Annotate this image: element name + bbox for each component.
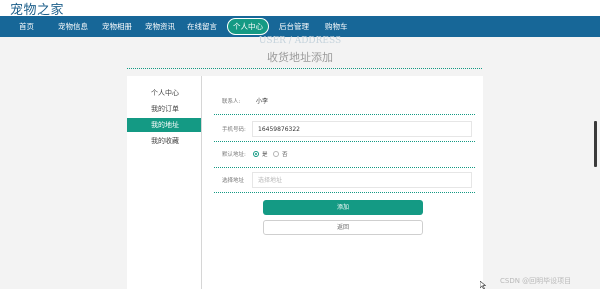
back-button[interactable]: 返回 bbox=[263, 220, 423, 235]
phone-label: 手机号码: bbox=[222, 127, 246, 133]
row-divider bbox=[214, 114, 475, 115]
address-row: 选择地址 bbox=[202, 172, 483, 190]
nav-item-pet-info[interactable]: 宠物信息 bbox=[58, 16, 88, 37]
page-scrollbar-thumb[interactable] bbox=[594, 121, 597, 167]
row-divider bbox=[214, 167, 475, 168]
sidebar-item-label: 我的地址 bbox=[151, 121, 179, 129]
contact-label: 联系人: bbox=[222, 99, 241, 105]
radio-button-icon[interactable] bbox=[273, 151, 279, 157]
default-address-label: 默认地址: bbox=[222, 152, 246, 158]
mouse-pointer-icon bbox=[480, 281, 486, 289]
phone-input[interactable] bbox=[252, 121, 472, 137]
radio-option-no: 否 bbox=[282, 152, 288, 158]
add-address-button[interactable]: 添加 bbox=[263, 200, 423, 215]
sidebar-item-my-address[interactable]: 我的地址 bbox=[127, 118, 201, 132]
nav-item-cart[interactable]: 购物车 bbox=[325, 16, 348, 37]
default-address-row: 默认地址: 是 否 bbox=[202, 146, 483, 164]
main-navbar: 首页 宠物信息 宠物相册 宠物资讯 在线留言 个人中心 后台管理 购物车 bbox=[0, 16, 600, 37]
address-select-input[interactable] bbox=[252, 172, 472, 188]
contact-value[interactable]: 小李 bbox=[256, 93, 268, 111]
sidebar-item-label: 个人中心 bbox=[151, 89, 179, 97]
nav-item-admin[interactable]: 后台管理 bbox=[279, 16, 309, 37]
row-divider bbox=[214, 192, 475, 193]
sidebar-item-label: 我的收藏 bbox=[151, 137, 179, 145]
section-heading-en: USER / ADDRESS bbox=[258, 36, 342, 46]
phone-row: 手机号码: bbox=[202, 121, 483, 139]
sidebar-item-label: 我的订单 bbox=[151, 105, 179, 113]
nav-item-pet-album[interactable]: 宠物相册 bbox=[102, 16, 132, 37]
nav-item-pet-news[interactable]: 宠物资讯 bbox=[145, 16, 175, 37]
sidebar-item-my-orders[interactable]: 我的订单 bbox=[127, 102, 201, 116]
watermark: CSDN @回明毕设项目 bbox=[500, 277, 572, 285]
nav-item-home[interactable]: 首页 bbox=[19, 16, 34, 37]
nav-item-personal-center[interactable]: 个人中心 bbox=[227, 18, 269, 35]
contact-row: 联系人: 小李 bbox=[202, 93, 483, 111]
section-heading-cn: 收货地址添加 bbox=[267, 51, 333, 64]
radio-option-yes: 是 bbox=[262, 152, 268, 158]
account-sidebar: 个人中心 我的订单 我的地址 我的收藏 bbox=[127, 76, 201, 289]
top-header: 宠物之家 bbox=[0, 0, 600, 18]
address-form-panel: 联系人: 小李 手机号码: 默认地址: 是 否 选择地址 添加 返回 bbox=[201, 76, 483, 289]
sidebar-item-personal-center[interactable]: 个人中心 bbox=[127, 86, 201, 100]
row-divider bbox=[214, 141, 475, 142]
heading-divider bbox=[127, 68, 482, 69]
nav-item-message[interactable]: 在线留言 bbox=[187, 16, 217, 37]
radio-button-icon[interactable] bbox=[253, 151, 259, 157]
address-label: 选择地址 bbox=[222, 178, 245, 184]
sidebar-item-my-favorites[interactable]: 我的收藏 bbox=[127, 134, 201, 148]
